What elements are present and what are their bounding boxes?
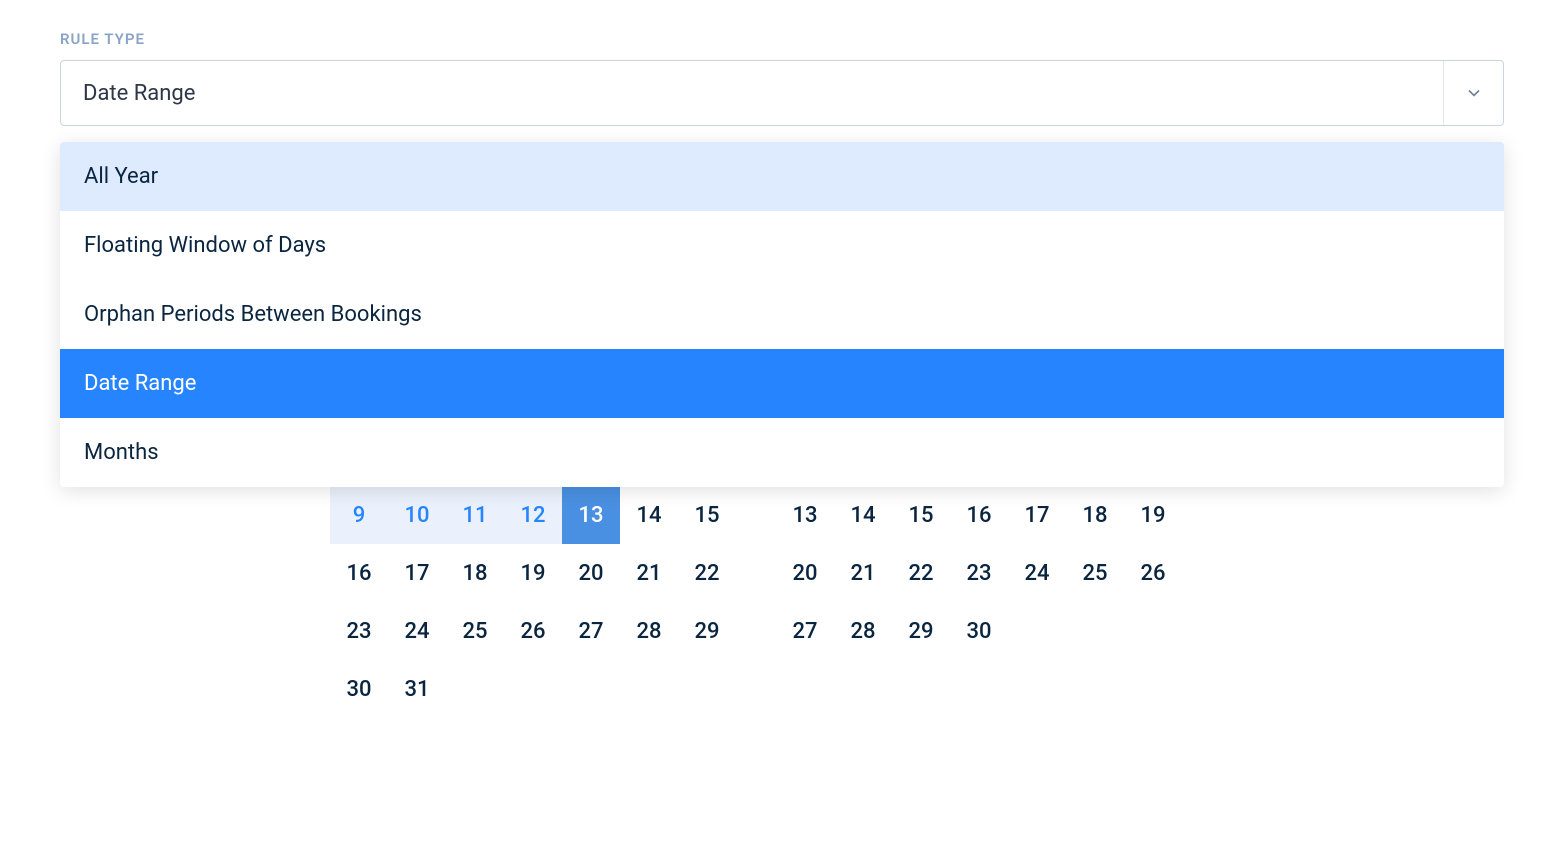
calendar-day[interactable]: 22 <box>892 544 950 602</box>
calendar-day[interactable]: 12 <box>504 486 562 544</box>
select-value: Date Range <box>83 81 195 106</box>
calendar-day <box>1124 602 1182 660</box>
calendar-day[interactable]: 24 <box>388 602 446 660</box>
calendar-day[interactable]: 31 <box>388 660 446 718</box>
calendar-day[interactable]: 27 <box>562 602 620 660</box>
calendar-day[interactable]: 29 <box>678 602 736 660</box>
calendar-day <box>446 660 504 718</box>
calendar-day[interactable]: 26 <box>1124 544 1182 602</box>
calendar-day[interactable]: 13 <box>776 486 834 544</box>
calendar-day[interactable]: 24 <box>1008 544 1066 602</box>
dropdown-menu: All YearFloating Window of DaysOrphan Pe… <box>60 142 1504 487</box>
calendar-month-left: 9101112131415 16171819202122 2324252627282… <box>330 486 736 718</box>
calendar-day[interactable]: 29 <box>892 602 950 660</box>
calendar-day[interactable]: 18 <box>1066 486 1124 544</box>
calendar-day[interactable]: 10 <box>388 486 446 544</box>
rule-type-label: RULE TYPE <box>60 30 1504 48</box>
calendar-day[interactable]: 28 <box>620 602 678 660</box>
calendar-day[interactable]: 23 <box>950 544 1008 602</box>
calendar-day[interactable]: 27 <box>776 602 834 660</box>
calendar-day[interactable]: 30 <box>330 660 388 718</box>
calendar-day[interactable]: 23 <box>330 602 388 660</box>
select-control[interactable]: Date Range <box>60 60 1504 126</box>
dropdown-option[interactable]: All Year <box>60 142 1504 211</box>
calendar-day[interactable]: 14 <box>620 486 678 544</box>
calendar-day[interactable]: 9 <box>330 486 388 544</box>
calendar-day[interactable]: 25 <box>1066 544 1124 602</box>
calendar-day[interactable]: 17 <box>1008 486 1066 544</box>
calendar-day[interactable]: 21 <box>620 544 678 602</box>
calendar-day <box>678 660 736 718</box>
calendar-day[interactable]: 13 <box>562 486 620 544</box>
calendar-area: 9101112131415161718192021222324252627282… <box>330 486 1504 718</box>
calendar-day[interactable]: 19 <box>504 544 562 602</box>
calendar-day[interactable]: 30 <box>950 602 1008 660</box>
calendar-day[interactable]: 20 <box>562 544 620 602</box>
calendar-day[interactable]: 22 <box>678 544 736 602</box>
calendar-day <box>504 660 562 718</box>
dropdown-option[interactable]: Date Range <box>60 349 1504 418</box>
calendar-day <box>562 660 620 718</box>
calendar-day[interactable]: 17 <box>388 544 446 602</box>
calendar-day <box>1008 602 1066 660</box>
calendar-day[interactable]: 18 <box>446 544 504 602</box>
calendar-day[interactable]: 15 <box>678 486 736 544</box>
calendar-day[interactable]: 11 <box>446 486 504 544</box>
calendar-day <box>1066 602 1124 660</box>
calendar-day[interactable]: 15 <box>892 486 950 544</box>
calendar-day[interactable]: 21 <box>834 544 892 602</box>
calendar-day[interactable]: 25 <box>446 602 504 660</box>
calendar-day[interactable]: 26 <box>504 602 562 660</box>
dropdown-option[interactable]: Orphan Periods Between Bookings <box>60 280 1504 349</box>
dropdown-option[interactable]: Months <box>60 418 1504 487</box>
calendar-day[interactable]: 20 <box>776 544 834 602</box>
chevron-down-icon <box>1464 83 1484 103</box>
calendar-day[interactable]: 16 <box>330 544 388 602</box>
dropdown-option[interactable]: Floating Window of Days <box>60 211 1504 280</box>
calendar-day <box>620 660 678 718</box>
calendar-day[interactable]: 16 <box>950 486 1008 544</box>
rule-type-select: Date Range All YearFloating Window of Da… <box>60 60 1504 126</box>
calendar-day[interactable]: 28 <box>834 602 892 660</box>
calendar-day[interactable]: 14 <box>834 486 892 544</box>
calendar-month-right: 13141516171819 20212223242526 27282930 <box>776 486 1182 718</box>
select-dropdown-indicator[interactable] <box>1443 61 1503 125</box>
calendar-day[interactable]: 19 <box>1124 486 1182 544</box>
